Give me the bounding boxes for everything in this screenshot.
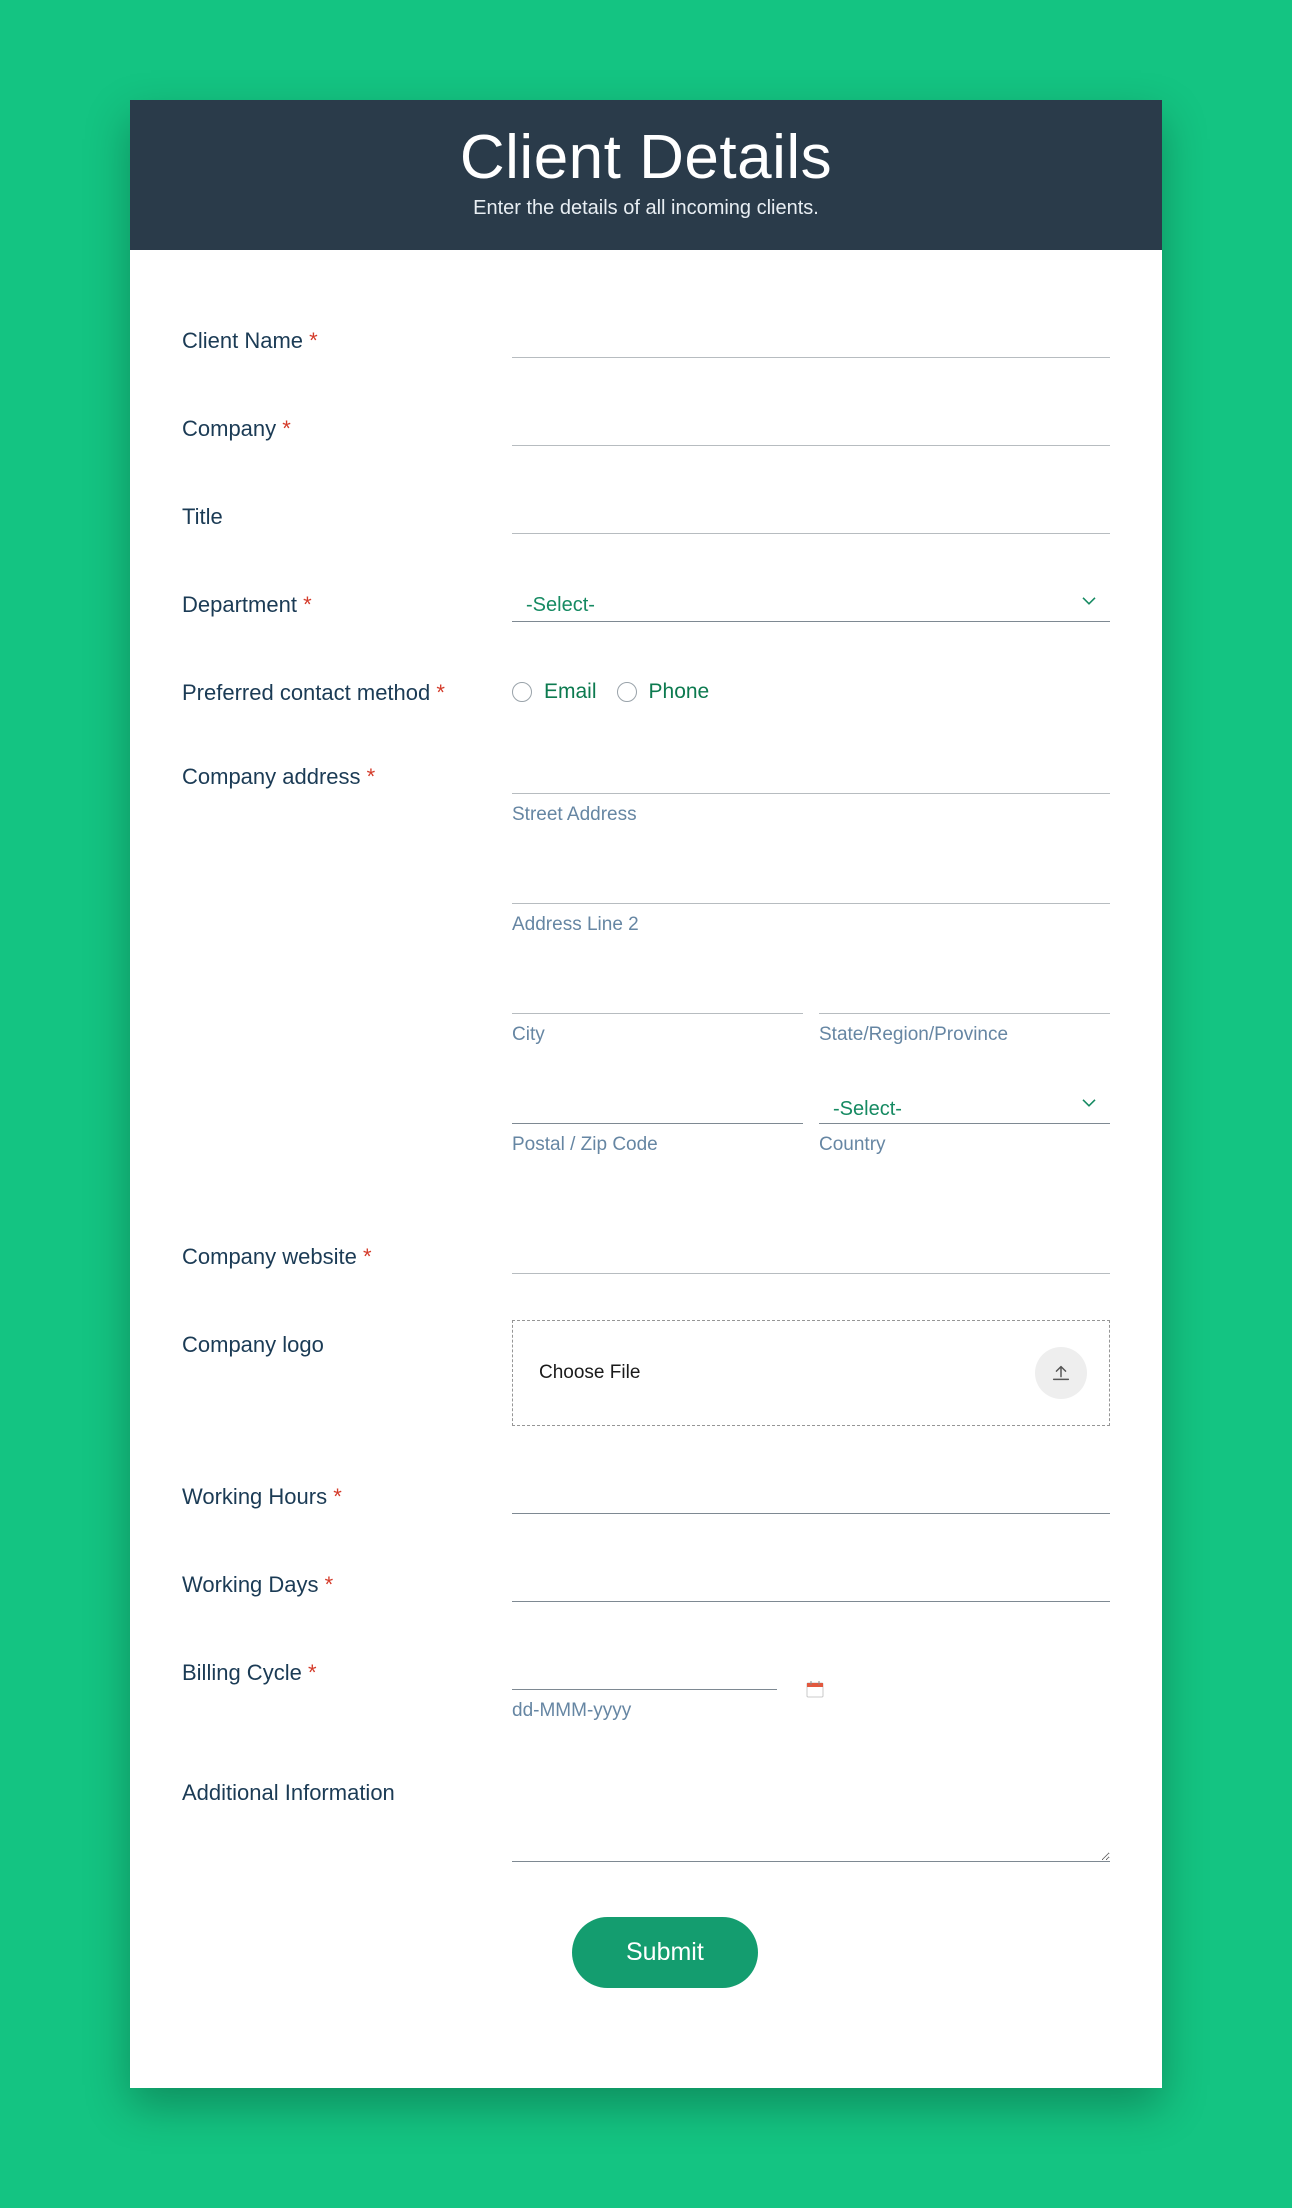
label-additional-info: Additional Information — [182, 1762, 512, 1806]
label-working-hours: Working Hours * — [182, 1466, 512, 1510]
radio-label-phone: Phone — [649, 680, 710, 704]
sublabel-country: Country — [819, 1134, 1110, 1156]
sublabel-state: State/Region/Province — [819, 1024, 1110, 1046]
address-grid: Street Address Address Line 2 City State… — [512, 746, 1110, 1186]
street-address-input[interactable] — [512, 746, 1110, 794]
sublabel-line2: Address Line 2 — [512, 914, 1110, 936]
label-text: Company address — [182, 764, 361, 789]
country-placeholder-text: -Select- — [819, 1098, 902, 1120]
title-input[interactable] — [512, 486, 1110, 534]
upload-icon — [1035, 1347, 1087, 1399]
required-marker: * — [333, 1484, 342, 1509]
label-department: Department * — [182, 574, 512, 618]
sublabel-street: Street Address — [512, 804, 1110, 826]
row-company-website: Company website * — [182, 1226, 1110, 1274]
label-text: Company — [182, 416, 276, 441]
label-company-logo: Company logo — [182, 1314, 512, 1358]
working-days-input[interactable] — [512, 1554, 1110, 1602]
required-marker: * — [367, 764, 376, 789]
label-company: Company * — [182, 398, 512, 442]
sublabel-date-format: dd-MMM-yyyy — [512, 1700, 792, 1722]
required-marker: * — [309, 328, 318, 353]
additional-info-textarea[interactable] — [512, 1762, 1110, 1862]
label-text: Additional Information — [182, 1780, 395, 1805]
row-additional-info: Additional Information — [182, 1762, 1110, 1867]
company-website-input[interactable] — [512, 1226, 1110, 1274]
row-company: Company * — [182, 398, 1110, 446]
calendar-icon[interactable] — [806, 1680, 824, 1722]
file-upload-box[interactable]: Choose File — [512, 1320, 1110, 1426]
label-text: Company logo — [182, 1332, 324, 1357]
chevron-down-icon — [1082, 593, 1096, 607]
sublabel-city: City — [512, 1024, 803, 1046]
required-marker: * — [303, 592, 312, 617]
row-billing-cycle: Billing Cycle * dd-MMM-yyyy — [182, 1642, 1110, 1722]
row-working-days: Working Days * — [182, 1554, 1110, 1602]
row-title: Title — [182, 486, 1110, 534]
sublabel-postal: Postal / Zip Code — [512, 1134, 803, 1156]
form-title: Client Details — [150, 122, 1142, 193]
company-input[interactable] — [512, 398, 1110, 446]
postal-input[interactable] — [512, 1076, 803, 1124]
radio-label-email: Email — [544, 680, 597, 704]
row-department: Department * -Select- — [182, 574, 1110, 622]
choose-file-text: Choose File — [535, 1362, 640, 1384]
label-text: Department — [182, 592, 297, 617]
select-placeholder-text: -Select- — [512, 594, 595, 616]
label-client-name: Client Name * — [182, 310, 512, 354]
country-select[interactable]: -Select- — [819, 1076, 1110, 1124]
label-text: Billing Cycle — [182, 1660, 302, 1685]
label-title: Title — [182, 486, 512, 530]
label-company-address: Company address * — [182, 746, 512, 790]
required-marker: * — [436, 680, 445, 705]
row-submit: Submit — [182, 1907, 1110, 1988]
row-contact-method: Preferred contact method * Email Phone — [182, 662, 1110, 706]
required-marker: * — [363, 1244, 372, 1269]
state-input[interactable] — [819, 966, 1110, 1014]
label-text: Company website — [182, 1244, 357, 1269]
radio-email[interactable]: Email — [512, 680, 597, 704]
label-contact-method: Preferred contact method * — [182, 662, 512, 706]
label-text: Title — [182, 504, 223, 529]
address-line2-input[interactable] — [512, 856, 1110, 904]
row-working-hours: Working Hours * — [182, 1466, 1110, 1514]
row-company-address: Company address * Street Address Address… — [182, 746, 1110, 1186]
row-client-name: Client Name * — [182, 310, 1110, 358]
radio-phone[interactable]: Phone — [617, 680, 710, 704]
chevron-down-icon — [1082, 1095, 1096, 1109]
radio-circle-icon — [617, 682, 637, 702]
required-marker: * — [325, 1572, 334, 1597]
form-header: Client Details Enter the details of all … — [130, 100, 1162, 250]
label-text: Working Days — [182, 1572, 319, 1597]
row-company-logo: Company logo Choose File — [182, 1314, 1110, 1426]
label-text: Client Name — [182, 328, 303, 353]
billing-cycle-input[interactable] — [512, 1642, 777, 1690]
label-text: Preferred contact method — [182, 680, 430, 705]
contact-method-radios: Email Phone — [512, 662, 1110, 704]
label-billing-cycle: Billing Cycle * — [182, 1642, 512, 1686]
required-marker: * — [282, 416, 291, 441]
label-company-website: Company website * — [182, 1226, 512, 1270]
working-hours-input[interactable] — [512, 1466, 1110, 1514]
form-card: Client Details Enter the details of all … — [130, 100, 1162, 2088]
radio-circle-icon — [512, 682, 532, 702]
submit-button[interactable]: Submit — [572, 1917, 758, 1988]
client-name-input[interactable] — [512, 310, 1110, 358]
required-marker: * — [308, 1660, 317, 1685]
label-working-days: Working Days * — [182, 1554, 512, 1598]
form-subtitle: Enter the details of all incoming client… — [150, 197, 1142, 220]
city-input[interactable] — [512, 966, 803, 1014]
label-text: Working Hours — [182, 1484, 327, 1509]
department-select[interactable]: -Select- — [512, 574, 1110, 622]
form-body: Client Name * Company * Title — [130, 250, 1162, 2088]
